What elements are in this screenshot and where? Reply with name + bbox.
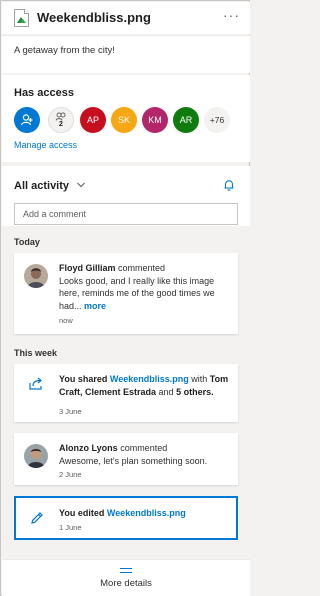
share-text: You shared Weekendbliss.png with Tom Cra…: [59, 374, 229, 397]
avatar-ap[interactable]: AP: [80, 107, 106, 133]
avatar-sk[interactable]: SK: [111, 107, 137, 133]
more-people-badge[interactable]: +76: [204, 107, 230, 133]
activity-time: 2 June: [59, 470, 82, 479]
access-section: Has access 2 AP SK KM AR +76 Manage acce…: [2, 75, 250, 162]
add-person-icon: [20, 114, 33, 126]
edited-file-link[interactable]: Weekendbliss.png: [107, 508, 186, 518]
activity-filter-label[interactable]: All activity: [14, 180, 69, 192]
description-section: A getaway from the city!: [2, 35, 250, 73]
add-person-button[interactable]: [14, 107, 40, 133]
bell-icon[interactable]: [222, 178, 236, 192]
shared-file-link[interactable]: Weekendbliss.png: [110, 374, 189, 384]
comment-input[interactable]: [15, 204, 237, 224]
activity-card-edit[interactable]: You edited Weekendbliss.png 1 June: [14, 496, 238, 540]
more-details-label[interactable]: More details: [2, 578, 250, 589]
more-options-button[interactable]: ···: [223, 7, 240, 23]
group-count: 2: [59, 121, 63, 128]
manage-access-link[interactable]: Manage access: [14, 140, 77, 150]
activity-card-share[interactable]: You shared Weekendbliss.png with Tom Cra…: [14, 364, 238, 422]
pane-header: Weekendbliss.png ···: [2, 2, 250, 34]
group-icon: [55, 112, 66, 121]
comment-text-2: Alonzo Lyons commented Awesome, let's pl…: [59, 443, 208, 466]
drag-handle-icon[interactable]: [120, 568, 132, 573]
alonzo-lyons-avatar: [24, 444, 48, 468]
chevron-down-icon[interactable]: [76, 180, 86, 190]
file-description[interactable]: A getaway from the city!: [14, 45, 115, 56]
activity-card-comment-2[interactable]: Alonzo Lyons commented Awesome, let's pl…: [14, 433, 238, 485]
more-details-bar[interactable]: More details: [2, 559, 250, 596]
avatar-ar[interactable]: AR: [173, 107, 199, 133]
activity-section: All activity Today: [2, 166, 250, 559]
activity-header: All activity: [2, 166, 250, 226]
this-week-heading: This week: [14, 348, 58, 358]
more-link[interactable]: more: [84, 301, 106, 311]
image-file-icon: [14, 9, 29, 27]
avatar-km[interactable]: KM: [142, 107, 168, 133]
activity-time: 1 June: [59, 523, 82, 532]
activity-time: now: [59, 316, 73, 325]
comment-text: Floyd Gilliam commented Looks good, and …: [59, 263, 215, 311]
share-icon: [29, 377, 42, 390]
edit-icon: [31, 512, 43, 524]
group-avatar[interactable]: 2: [48, 107, 74, 133]
edit-text: You edited Weekendbliss.png: [59, 508, 186, 518]
today-heading: Today: [14, 237, 40, 247]
has-access-heading: Has access: [14, 87, 74, 99]
file-title: Weekendbliss.png: [37, 10, 151, 25]
floyd-gilliam-avatar: [24, 264, 48, 288]
activity-card-comment[interactable]: Floyd Gilliam commented Looks good, and …: [14, 253, 238, 334]
activity-time: 3 June: [59, 407, 82, 416]
details-pane: Weekendbliss.png ··· A getaway from the …: [0, 0, 250, 596]
comment-field[interactable]: [14, 203, 238, 225]
